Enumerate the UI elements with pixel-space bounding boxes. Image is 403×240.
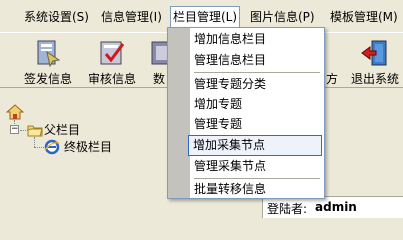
exit-system-label: 退出系统 xyxy=(350,72,399,86)
menu-gutter xyxy=(168,28,190,198)
login-user: admin xyxy=(315,200,357,214)
menu-column-management[interactable]: 栏目管理(L) xyxy=(170,6,241,28)
ie-page-icon xyxy=(44,139,60,155)
menu-separator xyxy=(194,72,320,73)
column-management-dropdown: 增加信息栏目 管理信息栏目 管理专题分类 增加专题 管理专题 增加采集节点 管理… xyxy=(167,27,325,199)
data-label: 数 xyxy=(153,72,166,86)
menu-item-batch-move-info[interactable]: 批量转移信息 xyxy=(190,179,322,200)
menu-item-add-collection-node[interactable]: 增加采集节点 xyxy=(188,135,322,156)
partial-label: 方 xyxy=(326,72,339,86)
menu-image-info[interactable]: 图片信息(P) xyxy=(250,8,315,26)
menu-item-add-topic[interactable]: 增加专题 xyxy=(190,94,322,115)
exit-icon xyxy=(361,40,387,66)
audit-info-button[interactable]: 审核信息 xyxy=(84,35,140,87)
audit-info-label: 审核信息 xyxy=(87,72,136,86)
menu-item-add-info-column[interactable]: 增加信息栏目 xyxy=(190,29,322,50)
exit-system-button[interactable]: 退出系统 xyxy=(348,35,402,87)
publish-info-label: 签发信息 xyxy=(23,72,72,86)
tree-node-leaf[interactable]: 终极栏目 xyxy=(64,139,112,155)
tree-collapse-toggle[interactable]: − xyxy=(10,125,19,134)
menu-template-management[interactable]: 模板管理(M) xyxy=(330,8,398,26)
home-icon[interactable] xyxy=(6,104,24,120)
menu-item-manage-info-column[interactable]: 管理信息栏目 xyxy=(190,50,322,71)
publish-icon xyxy=(37,40,61,68)
menu-item-manage-topic[interactable]: 管理专题 xyxy=(190,114,322,135)
column-tree: − 父栏目 终极栏目 xyxy=(0,98,180,221)
menu-item-manage-collection-node[interactable]: 管理采集节点 xyxy=(190,156,322,177)
publish-info-button[interactable]: 签发信息 xyxy=(18,35,78,87)
audit-icon xyxy=(100,41,125,65)
menu-system-settings[interactable]: 系统设置(S) xyxy=(24,8,89,26)
folder-open-icon xyxy=(27,125,43,137)
menu-item-manage-topic-category[interactable]: 管理专题分类 xyxy=(190,74,322,95)
tree-node-parent[interactable]: 父栏目 xyxy=(44,122,80,138)
menu-info-management[interactable]: 信息管理(I) xyxy=(101,8,162,26)
login-label: 登陆者: xyxy=(267,202,308,216)
data-button[interactable]: 数 xyxy=(146,35,175,87)
